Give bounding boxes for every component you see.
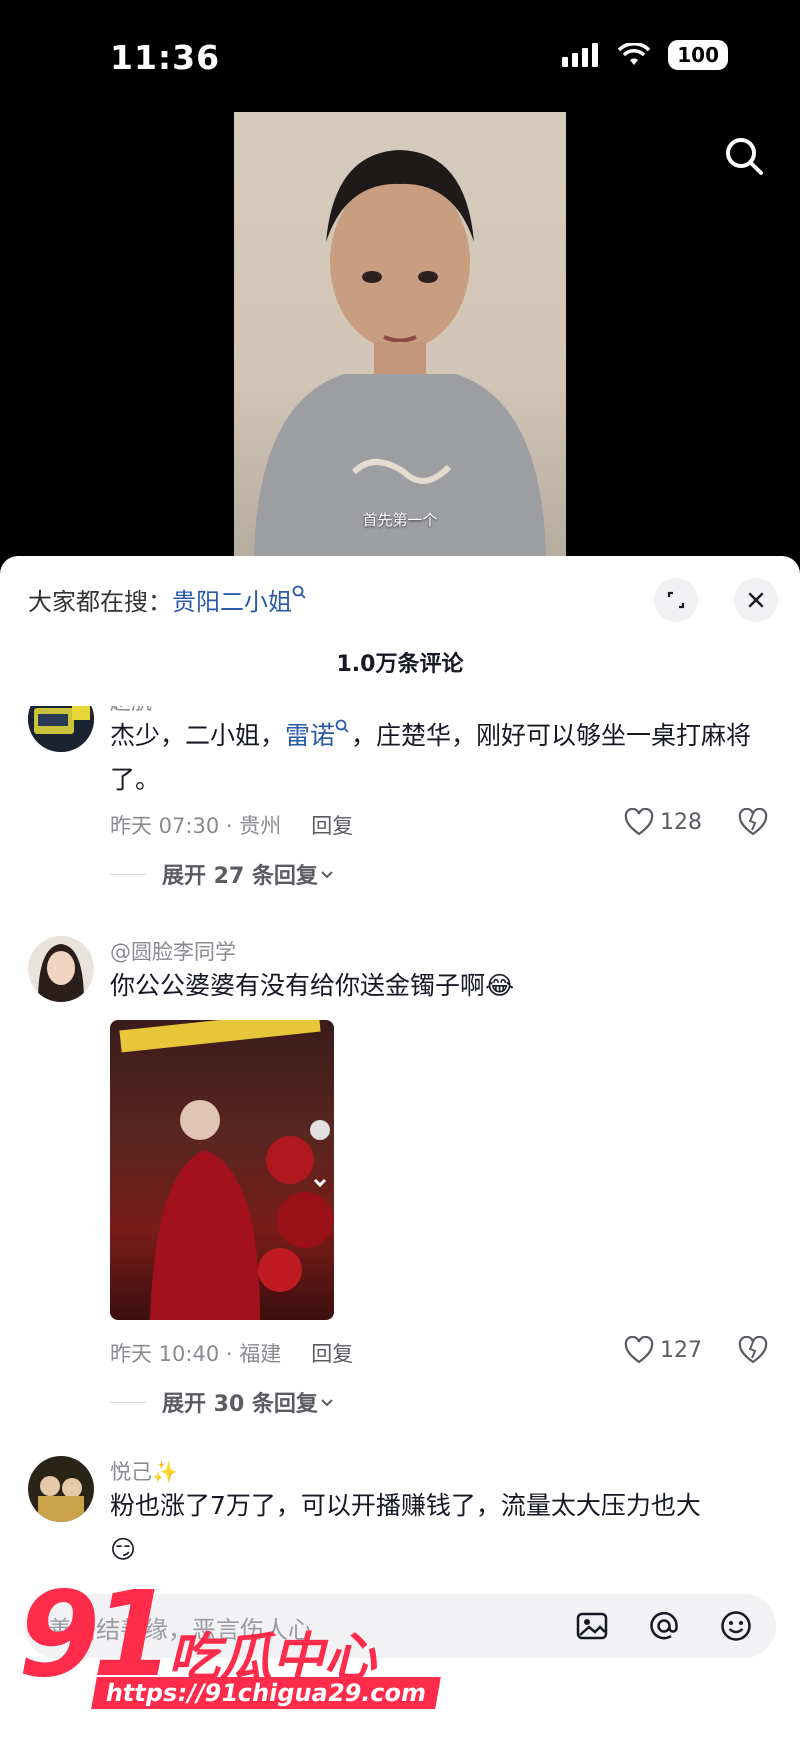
reply-button[interactable]: 回复	[311, 814, 353, 838]
video-frame[interactable]: 首先第一个	[234, 112, 566, 556]
expand-replies-button[interactable]: 展开 30 条回复	[110, 1386, 336, 1418]
comment-text-part: 粉也涨了7万了，可以开播赚钱了，流量太大压力也大	[110, 1491, 701, 1520]
comment-time-location: 昨天 10:40 · 福建	[110, 1342, 282, 1366]
expand-button[interactable]	[654, 578, 698, 622]
avatar-image	[28, 706, 94, 752]
search-icon	[726, 138, 763, 175]
wifi-icon	[618, 43, 651, 65]
expand-replies-label: 展开 27 条回复	[162, 864, 318, 889]
image-button[interactable]	[570, 1604, 614, 1648]
comment-username[interactable]: 悦己✨	[110, 1456, 178, 1486]
video-subtitle: 首先第一个	[362, 511, 438, 529]
status-icons: 100	[560, 40, 728, 70]
chevron-down-icon	[321, 871, 333, 879]
dislike-icon	[738, 807, 768, 836]
avatar-image	[28, 936, 94, 1002]
dislike-button[interactable]	[738, 807, 768, 840]
mention-button[interactable]	[642, 1604, 686, 1648]
expand-replies-label: 展开 30 条回复	[162, 1392, 318, 1417]
avatar[interactable]	[28, 1456, 94, 1522]
expand-replies-button[interactable]: 展开 27 条回复	[110, 858, 336, 890]
laugh-emoji-icon: 😂	[485, 971, 515, 1000]
signal-icon	[562, 43, 599, 67]
status-bar: 11:36 100	[0, 0, 800, 112]
like-count: 128	[660, 809, 702, 835]
comment-image-attachment[interactable]	[110, 1020, 334, 1320]
expand-icon	[667, 591, 685, 609]
comment-text: 杰少，二小姐，雷诺 ，庄楚华，刚好可以够坐一桌打麻将了。	[110, 714, 770, 802]
like-button[interactable]: 127	[624, 1336, 702, 1364]
like-button[interactable]: 128	[624, 808, 702, 836]
emoji-button[interactable]	[714, 1604, 758, 1648]
divider	[110, 1401, 146, 1403]
comment-username[interactable]: @圆脸李同学	[110, 936, 236, 966]
username-label: 悦己	[110, 1460, 152, 1484]
avatar[interactable]	[28, 706, 94, 752]
comment-meta: 昨天 07:30 · 贵州 回复	[110, 810, 353, 840]
dislike-button[interactable]	[738, 1335, 768, 1368]
avatar-image	[28, 1456, 94, 1522]
comment-time-location: 昨天 07:30 · 贵州	[110, 814, 282, 838]
image-icon	[576, 1612, 608, 1640]
dislike-icon	[738, 1335, 768, 1364]
comment-sheet: 大家都在搜：贵阳二小姐 1.0万条评论 杰少，二小姐，雷诺 ，庄楚华，刚好可以够…	[0, 556, 800, 1738]
trending-query-link[interactable]: 贵阳二小姐	[172, 588, 292, 616]
search-icon	[335, 719, 349, 733]
heart-icon	[624, 1336, 654, 1364]
chevron-down-icon	[321, 1399, 333, 1407]
trending-prefix: 大家都在搜：	[28, 588, 172, 616]
comment-meta: 昨天 10:40 · 福建 回复	[110, 1338, 353, 1368]
sparkle-icon: ✨	[152, 1460, 179, 1484]
watermark-logo: 91 吃瓜中心 https://91chigua29.com	[18, 1565, 442, 1725]
heart-icon	[624, 808, 654, 836]
keyword-link[interactable]: 雷诺	[285, 721, 335, 750]
video-player[interactable]: 首先第一个	[0, 112, 800, 556]
smirk-emoji-icon: 😏	[110, 1535, 137, 1564]
watermark-number: 91	[18, 1565, 174, 1703]
comment-text-part: 杰少，二小姐，	[110, 721, 286, 750]
attachment-image	[119, 1020, 333, 1320]
like-count: 127	[660, 1337, 702, 1363]
search-icon	[292, 585, 306, 599]
watermark-url: https://91chigua29.com	[91, 1677, 442, 1709]
reply-button[interactable]: 回复	[311, 1342, 353, 1366]
battery-indicator: 100	[668, 40, 728, 70]
comment-text: 粉也涨了7万了，可以开播赚钱了，流量太大压力也大 😏	[110, 1484, 770, 1572]
video-person-image	[254, 150, 546, 556]
emoji-icon	[721, 1611, 751, 1641]
avatar[interactable]	[28, 936, 94, 1002]
comment-sheet-header: 大家都在搜：贵阳二小姐 1.0万条评论	[0, 556, 800, 706]
at-icon	[650, 1611, 678, 1640]
comment-text: 你公公婆婆有没有给你送金镯子啊😂	[110, 964, 770, 1008]
status-time: 11:36	[110, 38, 221, 77]
divider	[110, 873, 146, 875]
close-icon	[748, 592, 764, 608]
comment-text-part: 你公公婆婆有没有给你送金镯子啊	[110, 971, 486, 1000]
close-button[interactable]	[734, 578, 778, 622]
comment-count: 1.0万条评论	[336, 652, 464, 677]
search-button[interactable]	[718, 130, 772, 184]
trending-search[interactable]: 大家都在搜：贵阳二小姐	[28, 582, 308, 617]
